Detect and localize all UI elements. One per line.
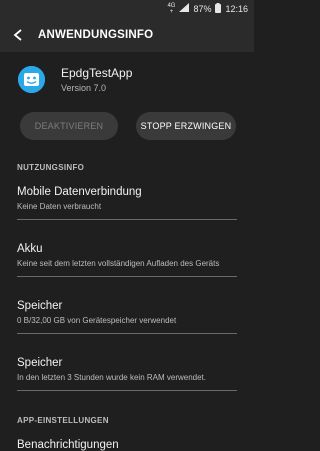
item-title: Benachrichtigungen [17, 439, 119, 451]
app-name: EpdgTestApp [61, 66, 133, 80]
network-indicator: 4G + [167, 2, 176, 15]
disable-button[interactable]: DEAKTIVIEREN [20, 112, 118, 140]
list-item-memory[interactable]: Speicher In den letzten 3 Stunden wurde … [17, 357, 237, 382]
status-bar: 4G + 87% 12:16 [0, 0, 254, 17]
item-subtitle: Keine seit dem letzten vollständigen Auf… [17, 259, 220, 268]
divider [17, 219, 237, 220]
app-version: Version 7.0 [61, 83, 107, 93]
action-buttons: DEAKTIVIEREN STOPP ERZWINGEN [20, 112, 236, 140]
item-title: Mobile Datenverbindung [17, 186, 142, 198]
signal-icon [179, 3, 190, 14]
back-arrow-icon[interactable] [10, 27, 26, 43]
item-title: Speicher [17, 300, 63, 312]
list-item-mobile-data[interactable]: Mobile Datenverbindung Keine Daten verbr… [17, 186, 237, 211]
force-stop-button[interactable]: STOPP ERZWINGEN [136, 112, 236, 140]
item-subtitle: In den letzten 3 Stunden wurde kein RAM … [17, 373, 206, 382]
app-icon [18, 66, 45, 93]
list-item-battery[interactable]: Akku Keine seit dem letzten vollständige… [17, 243, 237, 268]
section-app-settings: APP-EINSTELLUNGEN [17, 416, 109, 425]
battery-icon [215, 2, 222, 15]
divider [17, 276, 237, 277]
app-header: EpdgTestApp Version 7.0 [0, 52, 254, 107]
divider [17, 390, 237, 391]
app-bar: ANWENDUNGSINFO [0, 17, 254, 52]
list-item-storage[interactable]: Speicher 0 B/32,00 GB von Gerätespeicher… [17, 300, 237, 325]
list-item-notifications[interactable]: Benachrichtigungen [17, 439, 237, 451]
page-title: ANWENDUNGSINFO [38, 28, 154, 41]
item-title: Akku [17, 243, 43, 255]
section-usage: NUTZUNGSINFO [17, 163, 85, 172]
item-subtitle: 0 B/32,00 GB von Gerätespeicher verwende… [17, 316, 177, 325]
battery-percent: 87% [193, 3, 212, 14]
divider [17, 333, 237, 334]
clock: 12:16 [225, 3, 248, 14]
item-subtitle: Keine Daten verbraucht [17, 202, 102, 211]
app-info: EpdgTestApp Version 7.0 [61, 66, 132, 93]
item-title: Speicher [17, 357, 63, 369]
